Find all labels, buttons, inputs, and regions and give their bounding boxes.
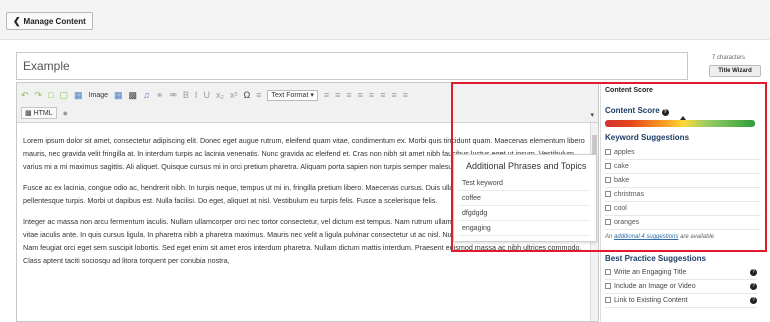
keyword-item[interactable]: oranges: [605, 216, 761, 230]
help-icon[interactable]: ?: [750, 283, 757, 290]
phrases-title: Additional Phrases and Topics: [466, 161, 587, 171]
text-format-label: Text Format: [271, 91, 309, 99]
title-wizard-button[interactable]: Title Wizard: [709, 65, 761, 77]
paste-icon[interactable]: □: [48, 90, 53, 100]
score-marker-icon: [680, 116, 686, 120]
phrase-item[interactable]: Test keyword: [458, 178, 590, 191]
omega-icon[interactable]: Ω: [243, 90, 250, 100]
underline-icon[interactable]: U: [203, 90, 210, 100]
checkbox[interactable]: [605, 219, 611, 225]
best-practice-title: Best Practice Suggestions: [605, 254, 706, 263]
keyword-label: apples: [614, 149, 635, 156]
additional-phrases-panel: Additional Phrases and Topics Test keywo…: [453, 154, 597, 242]
checkbox[interactable]: [605, 205, 611, 211]
manage-content-label: Manage Content: [23, 17, 86, 26]
additional-suffix: are available: [680, 234, 715, 240]
comment-icon[interactable]: ●: [63, 108, 68, 118]
title-input[interactable]: Example: [16, 52, 688, 80]
best-practice-label: Write an Engaging Title: [614, 269, 687, 276]
best-practice-item[interactable]: Write an Engaging Title?: [605, 266, 757, 280]
redo-icon[interactable]: ↷: [35, 90, 43, 101]
keyword-label: bake: [614, 177, 630, 184]
undo-icon[interactable]: ↶: [21, 90, 29, 101]
table-icon[interactable]: ▦: [114, 90, 123, 101]
checkbox[interactable]: [605, 163, 611, 169]
content-score-meter: [605, 120, 755, 127]
toolbar-row-2: ▩ HTML ●: [21, 106, 68, 120]
keyword-label: cake: [614, 163, 629, 170]
editor-toolbar: ↶ ↷ □ ▢ ▦ Image ▦ ▩ ♫ ⚭ ⚮ B I U x₂ x² Ω …: [17, 83, 598, 123]
additional-suggestions-link[interactable]: additional 4 suggestions: [614, 234, 678, 240]
html-button-label: HTML: [33, 110, 53, 117]
paste-text-icon[interactable]: ▢: [60, 90, 69, 101]
text-format-select[interactable]: Text Format ▾: [267, 89, 318, 101]
best-practice-item[interactable]: Include an Image or Video?: [605, 280, 757, 294]
keyword-suggestions-title: Keyword Suggestions: [605, 133, 690, 142]
best-practice-label: Link to Existing Content: [614, 297, 688, 304]
help-icon[interactable]: ?: [750, 297, 757, 304]
checkbox[interactable]: [605, 191, 611, 197]
manage-content-button[interactable]: ❮ Manage Content: [6, 12, 93, 30]
character-count: 7 characters: [712, 55, 746, 61]
link-icon[interactable]: ⚭: [156, 90, 164, 101]
align-right-icon[interactable]: ≡: [346, 90, 351, 100]
special-list-icon[interactable]: ≡: [256, 90, 261, 100]
phrase-item[interactable]: engaging: [458, 223, 590, 236]
keyword-label: oranges: [614, 219, 640, 226]
outdent-icon[interactable]: ≡: [391, 90, 396, 100]
keyword-item[interactable]: cake: [605, 160, 761, 174]
music-icon[interactable]: ♫: [143, 90, 150, 100]
bullet-list-icon[interactable]: ≡: [369, 90, 374, 100]
checkbox[interactable]: [605, 149, 611, 155]
chevron-left-icon: ❮: [13, 16, 21, 26]
content-score-panel: Content Score Content Score? Keyword Sug…: [600, 84, 768, 322]
help-icon[interactable]: ?: [661, 109, 669, 116]
subscript-icon[interactable]: x₂: [216, 90, 224, 100]
superscript-icon[interactable]: x²: [230, 90, 238, 100]
html-icon: ▩: [25, 110, 32, 117]
phrase-item[interactable]: dfgdgdg: [458, 208, 590, 221]
toolbar-row-1: ↶ ↷ □ ▢ ▦ Image ▦ ▩ ♫ ⚭ ⚮ B I U x₂ x² Ω …: [21, 88, 408, 102]
checkbox[interactable]: [605, 297, 611, 303]
keyword-item[interactable]: bake: [605, 174, 761, 188]
italic-icon[interactable]: I: [195, 90, 198, 100]
best-practice-item[interactable]: Link to Existing Content?: [605, 294, 757, 308]
additional-suggestions-note: An additional 4 suggestions are availabl…: [605, 234, 714, 240]
media-icon[interactable]: ▩: [129, 90, 138, 101]
align-center-icon[interactable]: ≡: [335, 90, 340, 100]
checkbox[interactable]: [605, 177, 611, 183]
content-score-heading: Content Score?: [605, 106, 669, 116]
numbered-list-icon[interactable]: ≡: [380, 90, 385, 100]
additional-prefix: An: [605, 234, 613, 240]
keyword-label: cool: [614, 205, 627, 212]
align-left-icon[interactable]: ≡: [324, 90, 329, 100]
checkbox[interactable]: [605, 269, 611, 275]
image-button-label[interactable]: Image: [89, 92, 108, 99]
bold-icon[interactable]: B: [183, 90, 189, 100]
top-bar: ❮ Manage Content: [0, 0, 770, 40]
keyword-item[interactable]: cool: [605, 202, 761, 216]
best-practice-label: Include an Image or Video: [614, 283, 696, 290]
keyword-item[interactable]: christmas: [605, 188, 761, 202]
phrase-item[interactable]: coffee: [458, 193, 590, 206]
toolbar-dropdown-icon[interactable]: ▾: [590, 111, 594, 119]
help-icon[interactable]: ?: [750, 269, 757, 276]
justify-icon[interactable]: ≡: [358, 90, 363, 100]
keyword-label: christmas: [614, 191, 644, 198]
unlink-icon[interactable]: ⚮: [169, 90, 177, 101]
content-score-label: Content Score: [605, 106, 660, 115]
keyword-item[interactable]: apples: [605, 146, 761, 160]
checkbox[interactable]: [605, 283, 611, 289]
html-button[interactable]: ▩ HTML: [21, 107, 57, 119]
content-score-tab[interactable]: Content Score: [605, 87, 653, 94]
image-icon[interactable]: ▦: [74, 90, 83, 101]
indent-icon[interactable]: ≡: [403, 90, 408, 100]
